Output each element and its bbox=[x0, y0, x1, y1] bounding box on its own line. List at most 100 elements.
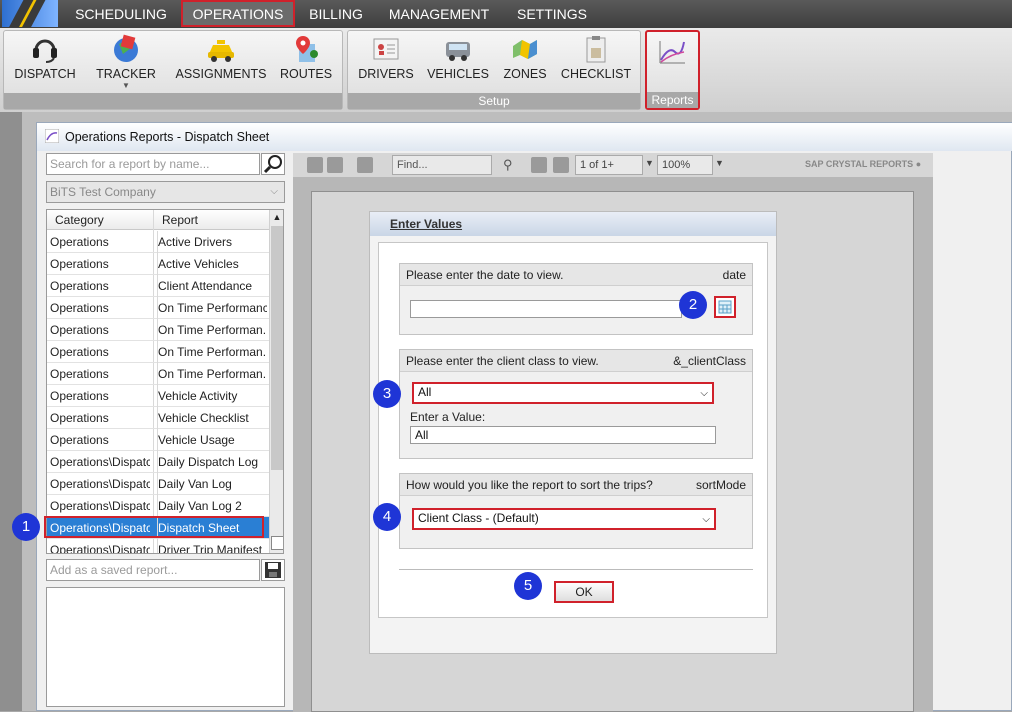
column-category[interactable]: Category bbox=[55, 210, 104, 230]
drivers-button[interactable]: DRIVERS bbox=[354, 34, 418, 81]
dialog-body: Please enter the date to view. date Pleas… bbox=[378, 242, 768, 618]
tracker-dropdown-icon[interactable]: ▼ bbox=[92, 81, 160, 90]
print-icon[interactable] bbox=[307, 157, 323, 173]
step-badge-2: 2 bbox=[679, 291, 707, 319]
zoom-dropdown-icon[interactable]: ▼ bbox=[715, 158, 724, 168]
cell-report: On Time Performan... bbox=[157, 341, 267, 363]
client-class-select[interactable]: All ⌵ bbox=[412, 382, 714, 404]
crystal-reports-brand: SAP CRYSTAL REPORTS ● bbox=[805, 159, 922, 169]
app-logo bbox=[2, 0, 58, 27]
routes-button[interactable]: ROUTES bbox=[278, 34, 334, 81]
cell-report: Vehicle Usage bbox=[157, 429, 267, 451]
setup-caption: Setup bbox=[348, 93, 640, 109]
menu-settings[interactable]: SETTINGS bbox=[506, 0, 598, 28]
tracker-button[interactable]: TRACKER ▼ bbox=[92, 34, 160, 90]
enter-value-label: Enter a Value: bbox=[410, 410, 486, 424]
param-date-header: Please enter the date to view. date bbox=[400, 264, 752, 286]
table-row[interactable]: Operations\Dispatch Driver Trip Manifest bbox=[47, 539, 269, 553]
param-client-class: Please enter the client class to view. &_… bbox=[399, 349, 753, 459]
vehicles-button[interactable]: VEHICLES bbox=[424, 34, 492, 81]
cell-category: Operations bbox=[50, 323, 109, 337]
id-card-icon bbox=[371, 34, 401, 64]
column-report[interactable]: Report bbox=[162, 210, 198, 230]
search-icon[interactable] bbox=[261, 153, 285, 175]
scroll-thumb[interactable] bbox=[271, 226, 283, 470]
save-icon[interactable] bbox=[261, 559, 285, 581]
cell-report: Client Attendance bbox=[157, 275, 267, 297]
cell-report: Active Drivers bbox=[157, 231, 267, 253]
table-row[interactable]: Operations\Dispatch Daily Dispatch Log bbox=[47, 451, 269, 473]
table-row[interactable]: Operations Vehicle Activity bbox=[47, 385, 269, 407]
param-sort-mode: How would you like the report to sort th… bbox=[399, 473, 753, 549]
step-badge-5: 5 bbox=[514, 572, 542, 600]
grid-corner-checkbox[interactable] bbox=[271, 536, 283, 550]
refresh-icon[interactable] bbox=[327, 157, 343, 173]
date-input[interactable] bbox=[410, 300, 682, 318]
first-page-icon[interactable] bbox=[531, 157, 547, 173]
cell-report: Vehicle Checklist bbox=[157, 407, 267, 429]
ribbon-group-reports[interactable]: Reports bbox=[645, 30, 700, 110]
zoom-select[interactable]: 100% bbox=[657, 155, 713, 175]
ribbon-group-caption bbox=[4, 93, 342, 109]
window-title: Operations Reports - Dispatch Sheet bbox=[37, 123, 1012, 151]
map-zones-icon bbox=[510, 34, 540, 64]
param-client-class-header: Please enter the client class to view. &_… bbox=[400, 350, 752, 372]
table-row[interactable]: Operations\Dispatch Daily Van Log bbox=[47, 473, 269, 495]
company-select[interactable]: BiTS Test Company ⌵ bbox=[46, 181, 285, 203]
step-badge-4: 4 bbox=[373, 503, 401, 531]
dispatch-button[interactable]: DISPATCH bbox=[12, 34, 78, 81]
cell-category: Operations bbox=[50, 411, 109, 425]
zones-button[interactable]: ZONES bbox=[498, 34, 552, 81]
menu-scheduling[interactable]: SCHEDULING bbox=[66, 0, 176, 28]
table-row[interactable]: Operations Vehicle Checklist bbox=[47, 407, 269, 429]
report-toolbar: Find... ⚲ 1 of 1+ ▼ 100% ▼ SAP CRYSTAL R… bbox=[293, 153, 933, 177]
report-search-input[interactable]: Search for a report by name... bbox=[46, 153, 260, 175]
table-row[interactable]: Operations On Time Performan... bbox=[47, 363, 269, 385]
taxi-icon bbox=[206, 34, 236, 64]
step-badge-1: 1 bbox=[12, 513, 40, 541]
report-window-icon bbox=[44, 128, 60, 144]
step-badge-3: 3 bbox=[373, 380, 401, 408]
grid-scrollbar[interactable]: ▲ bbox=[269, 210, 283, 553]
cell-category: Operations\Dispatch bbox=[50, 499, 150, 513]
cell-category: Operations bbox=[50, 345, 109, 359]
prev-page-icon[interactable] bbox=[553, 157, 569, 173]
enter-values-dialog: Enter Values Please enter the date to vi… bbox=[369, 211, 777, 654]
cell-category: Operations bbox=[50, 433, 109, 447]
chevron-down-icon: ⌵ bbox=[702, 514, 710, 525]
binoculars-icon[interactable]: ⚲ bbox=[503, 157, 513, 173]
report-grid: Category Report Operations Active Drivers… bbox=[46, 209, 284, 554]
scroll-up-icon[interactable]: ▲ bbox=[272, 212, 282, 222]
cell-category: Operations bbox=[50, 257, 109, 271]
table-row[interactable]: Operations On Time Performan... bbox=[47, 341, 269, 363]
table-row[interactable]: Operations On Time Performance bbox=[47, 297, 269, 319]
cell-report: Driver Trip Manifest bbox=[157, 539, 267, 553]
cell-report: Vehicle Activity bbox=[157, 385, 267, 407]
table-row[interactable]: Operations Active Drivers bbox=[47, 231, 269, 253]
client-class-value-input[interactable]: All bbox=[410, 426, 716, 444]
menu-management[interactable]: MANAGEMENT bbox=[380, 0, 498, 28]
saved-report-input[interactable]: Add as a saved report... bbox=[46, 559, 260, 581]
export-icon[interactable] bbox=[357, 157, 373, 173]
checklist-button[interactable]: CHECKLIST bbox=[558, 34, 634, 81]
table-row[interactable]: Operations\Dispatch Daily Van Log 2 bbox=[47, 495, 269, 517]
find-input[interactable]: Find... bbox=[392, 155, 492, 175]
calendar-icon[interactable] bbox=[714, 296, 736, 318]
table-row[interactable]: Operations Client Attendance bbox=[47, 275, 269, 297]
table-row[interactable]: Operations Active Vehicles bbox=[47, 253, 269, 275]
reports-chart-icon[interactable] bbox=[657, 38, 687, 66]
page-dropdown-icon[interactable]: ▼ bbox=[645, 158, 654, 168]
page-indicator[interactable]: 1 of 1+ bbox=[575, 155, 643, 175]
table-row[interactable]: Operations On Time Performan... bbox=[47, 319, 269, 341]
table-row[interactable]: Operations Vehicle Usage bbox=[47, 429, 269, 451]
route-pin-icon bbox=[291, 34, 321, 64]
chevron-down-icon: ⌵ bbox=[270, 186, 278, 197]
ok-button[interactable]: OK bbox=[554, 581, 614, 603]
menu-billing[interactable]: BILLING bbox=[300, 0, 372, 28]
sort-mode-select[interactable]: Client Class - (Default) ⌵ bbox=[412, 508, 716, 530]
cell-report: On Time Performance bbox=[157, 297, 267, 319]
van-icon bbox=[443, 34, 473, 64]
assignments-button[interactable]: ASSIGNMENTS bbox=[172, 34, 270, 81]
cell-report: Daily Van Log 2 bbox=[157, 495, 267, 517]
menu-operations[interactable]: OPERATIONS bbox=[181, 0, 295, 27]
